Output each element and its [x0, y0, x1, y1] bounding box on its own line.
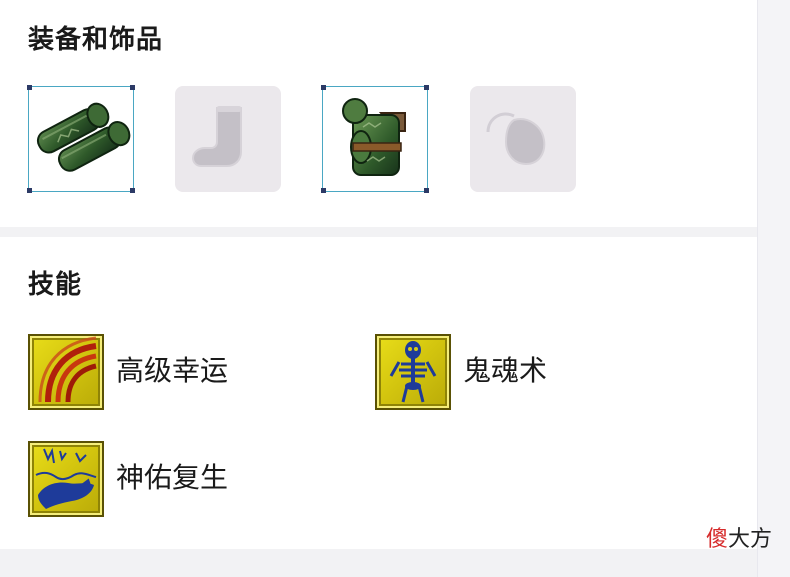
equipment-card: 装备和饰品	[0, 0, 757, 227]
skill-item[interactable]: 高级幸运	[28, 334, 328, 410]
page: 装备和饰品 技能 高级幸运 鬼魂术 神佑复生 傻大方	[0, 0, 790, 577]
skills-section-title: 技能	[28, 270, 83, 300]
amulet-placeholder-icon	[486, 112, 546, 166]
armor-item-icon	[342, 98, 406, 176]
watermark: 傻大方	[706, 527, 772, 553]
skill-label: 神佑复生	[116, 461, 229, 494]
skill-item[interactable]: 神佑复生	[28, 441, 328, 517]
skills-card: 技能 高级幸运 鬼魂术 神佑复生	[0, 237, 757, 549]
skill-label: 鬼魂术	[463, 354, 548, 387]
equipment-slot-armor[interactable]	[321, 85, 429, 193]
scrollbar[interactable]	[757, 0, 790, 577]
resurrection-skill-icon	[28, 441, 104, 517]
skeleton-skill-icon	[375, 334, 451, 410]
boots-placeholder-icon	[191, 106, 242, 167]
watermark-text: 大方	[727, 527, 772, 552]
skill-label: 高级幸运	[116, 354, 229, 387]
equipment-slot-amulet[interactable]	[470, 86, 576, 192]
watermark-char: 傻	[705, 527, 728, 552]
rainbow-skill-icon	[28, 334, 104, 410]
skill-item[interactable]: 鬼魂术	[375, 334, 675, 410]
equipment-slot-gloves[interactable]	[27, 85, 135, 193]
gloves-item-icon	[36, 102, 131, 172]
equipment-slot-boots[interactable]	[175, 86, 281, 192]
equipment-section-title: 装备和饰品	[28, 25, 164, 55]
